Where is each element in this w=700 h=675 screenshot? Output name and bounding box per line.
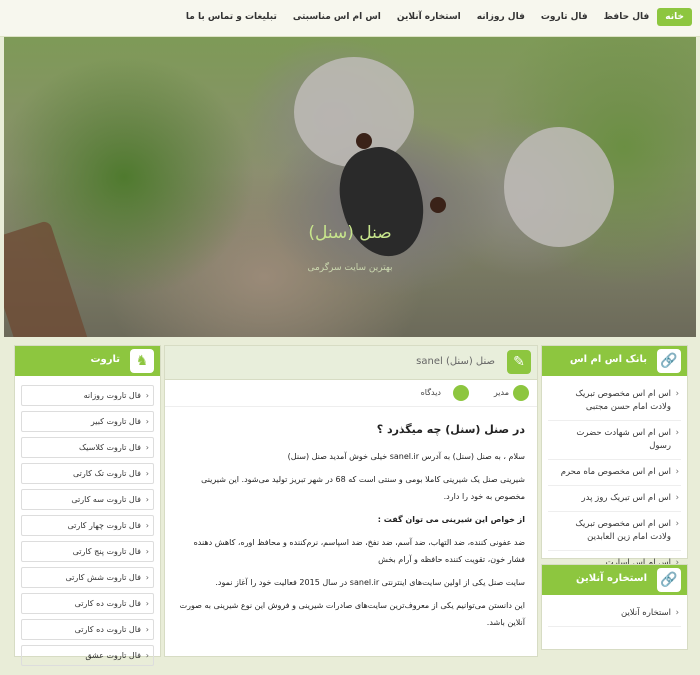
sms-bank-title: بانک اس ام اس <box>569 354 647 365</box>
nav-item-hafez[interactable]: فال حافظ <box>596 8 658 26</box>
tarot-title: تاروت <box>90 354 120 365</box>
tarot-list-item[interactable]: فال تاروت پنج کارتی <box>21 541 154 562</box>
edit-icon: ✎ <box>507 350 531 374</box>
tarot-list-item[interactable]: فال تاروت شش کارتی <box>21 567 154 588</box>
hero-banner-koala-image: صنل (سنل) بهترین سایت سرگرمی <box>4 37 696 337</box>
tarot-panel: ♞ تاروت فال تاروت روزانه فال تاروت کبیر … <box>14 345 161 666</box>
estekhare-list: استخاره آنلاین <box>542 595 687 633</box>
tarot-list-item[interactable]: فال تاروت سه کارتی <box>21 489 154 510</box>
author-icon <box>513 385 529 401</box>
sms-list-item[interactable]: اس ام اس شهادت حضرت رسول <box>548 421 681 460</box>
koala-ear-left <box>294 57 414 167</box>
post-paragraph: سایت صنل یکی از اولین سایت‌های اینترنتی … <box>215 578 525 587</box>
nav-item-estekhare[interactable]: استخاره آنلاین <box>389 8 469 26</box>
sms-bank-panel: 🔗 بانک اس ام اس اس ام اس مخصوص تبریک ولا… <box>541 345 688 577</box>
sms-list: اس ام اس مخصوص تبریک ولادت امام حسن مجتب… <box>542 376 687 583</box>
tarot-list-item[interactable]: فال تاروت ده کارتی <box>21 593 154 614</box>
post-meta: مدیر دیدگاه <box>165 380 537 407</box>
site-subtitle: بهترین سایت سرگرمی <box>307 263 393 273</box>
main-nav: خانه فال حافظ فال تاروت فال روزانه استخا… <box>178 8 692 26</box>
tarot-list-item[interactable]: فال تاروت ده کارتی <box>21 619 154 640</box>
nav-item-daily[interactable]: فال روزانه <box>469 8 533 26</box>
estekhare-title: استخاره آنلاین <box>576 573 647 584</box>
tarot-list-item[interactable]: فال تاروت چهار کارتی <box>21 515 154 536</box>
post-author[interactable]: مدیر <box>494 388 509 397</box>
post-paragraph: ضد عفونی کننده، ضد التهاب، ضد آسم، ضد نف… <box>193 538 525 564</box>
sms-list-item[interactable]: اس ام اس تبریک روز پدر <box>548 486 681 512</box>
estekhare-list-item[interactable]: استخاره آنلاین <box>548 601 681 627</box>
site-title[interactable]: صنل (سنل) <box>4 223 696 243</box>
tarot-list-item[interactable]: فال تاروت کبیر <box>21 411 154 432</box>
post-comments-link[interactable]: دیدگاه <box>421 388 441 397</box>
link-icon: 🔗 <box>657 568 681 592</box>
post-paragraph: این دانستن می‌توانیم یکی از معروف‌ترین س… <box>179 601 525 627</box>
nav-item-tarot[interactable]: فال تاروت <box>533 8 596 26</box>
post-title[interactable]: صنل (سنل) sanel <box>416 356 495 367</box>
post-paragraph: سلام ، به صنل (سنل) به آدرس sanel.ir خیل… <box>287 452 525 461</box>
post-header: ✎ صنل (سنل) sanel <box>165 346 537 380</box>
post-article: ✎ صنل (سنل) sanel مدیر دیدگاه در صنل (سن… <box>164 345 538 657</box>
post-content: در صنل (سنل) چه میگذرد ؟ سلام ، به صنل (… <box>165 407 537 647</box>
estekhare-panel: 🔗 استخاره آنلاین استخاره آنلاین <box>541 564 688 650</box>
sms-list-item[interactable]: اس ام اس مخصوص ماه محرم <box>548 460 681 486</box>
comment-icon <box>453 385 469 401</box>
nav-item-sms[interactable]: اس ام اس مناسبتی <box>285 8 389 26</box>
sms-list-item[interactable]: اس ام اس مخصوص تبریک ولادت امام حسن مجتب… <box>548 382 681 421</box>
tarot-header: ♞ تاروت <box>15 346 160 376</box>
chess-knight-icon: ♞ <box>130 349 154 373</box>
sms-bank-header: 🔗 بانک اس ام اس <box>542 346 687 376</box>
link-icon: 🔗 <box>657 349 681 373</box>
nav-item-home[interactable]: خانه <box>657 8 692 26</box>
post-heading: در صنل (سنل) چه میگذرد ؟ <box>376 423 525 436</box>
tarot-list: فال تاروت روزانه فال تاروت کبیر فال تارو… <box>15 376 160 675</box>
tarot-list-item[interactable]: فال تاروت روزانه <box>21 385 154 406</box>
post-paragraph: شیرینی صنل یک شیرینی کاملا بومی و سنتی ا… <box>201 475 525 501</box>
top-navbar: خانه فال حافظ فال تاروت فال روزانه استخا… <box>0 0 700 37</box>
estekhare-header: 🔗 استخاره آنلاین <box>542 565 687 595</box>
tarot-list-item[interactable]: فال تاروت کلاسیک <box>21 437 154 458</box>
nav-item-contact[interactable]: تبلیغات و تماس با ما <box>178 8 285 26</box>
koala-eye-left <box>356 133 372 149</box>
sms-list-item[interactable]: اس ام اس مخصوص تبریک ولادت امام زین العا… <box>548 512 681 551</box>
koala-eye-right <box>430 197 446 213</box>
tarot-list-item[interactable]: فال تاروت تک کارتی <box>21 463 154 484</box>
tarot-list-item[interactable]: فال تاروت عشق <box>21 645 154 666</box>
post-paragraph: از خواص این شیرینی می توان گفت : <box>377 515 525 524</box>
